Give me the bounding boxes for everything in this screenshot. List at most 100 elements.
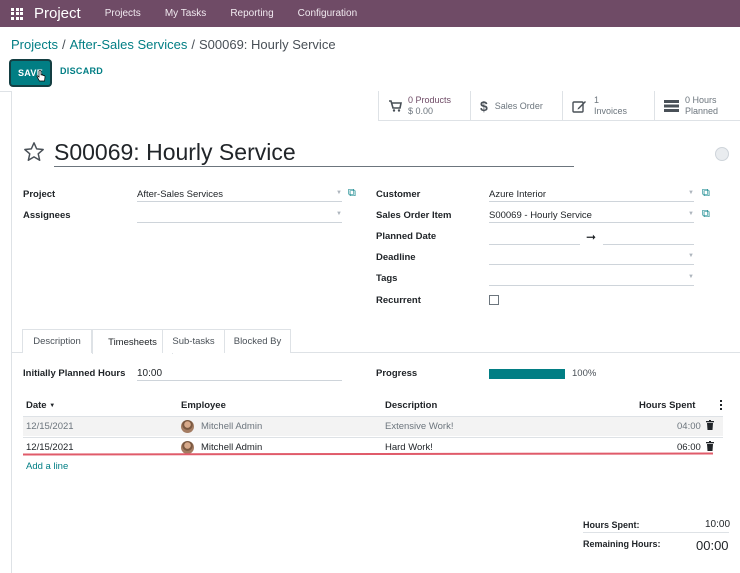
assignees-label: Assignees — [23, 210, 71, 221]
breadcrumb-current: S00069: Hourly Service — [198, 37, 336, 52]
sales-order-item-value: S00069 - Hourly Service — [489, 210, 592, 221]
optional-columns-icon[interactable] — [720, 400, 723, 410]
row-employee: Mitchell Admin — [201, 442, 263, 453]
invoices-sub: Invoices — [594, 106, 628, 116]
customer-value: Azure Interior — [489, 189, 547, 200]
breadcrumb: Projects / After-Sales Services / S00069… — [11, 37, 336, 52]
remaining-hours-value: 00:00 — [696, 538, 729, 553]
project-value: After-Sales Services — [137, 189, 224, 200]
chevron-down-icon: ▼ — [688, 274, 694, 280]
hours-sub: Planned — [685, 106, 719, 116]
breadcrumb-separator: / — [61, 37, 66, 52]
breadcrumb-project[interactable]: After-Sales Services — [70, 37, 188, 52]
tab-description[interactable]: Description — [22, 329, 92, 353]
nav-reporting[interactable]: Reporting — [230, 8, 273, 19]
hours-spent-label: Hours Spent: — [583, 520, 640, 530]
trash-icon[interactable] — [706, 441, 714, 451]
chevron-down-icon: ▼ — [336, 211, 342, 217]
planned-date-label: Planned Date — [376, 231, 437, 242]
chevron-down-icon: ▼ — [688, 190, 694, 196]
row-employee: Mitchell Admin — [201, 421, 263, 432]
project-label: Project — [23, 189, 56, 200]
row-date: 12/15/2021 — [26, 421, 74, 432]
sales-order-item-field[interactable]: S00069 - Hourly Service ▼ — [489, 208, 694, 223]
row-description: Extensive Work! — [385, 421, 454, 432]
deadline-input[interactable]: ▼ — [489, 250, 694, 265]
row-hours: 04:00 — [677, 421, 701, 432]
chevron-down-icon: ▼ — [688, 253, 694, 259]
dollar-icon: $ — [480, 97, 488, 114]
progress-percent: 100% — [572, 368, 597, 379]
row-hours: 06:00 — [677, 442, 701, 453]
remaining-hours-label: Remaining Hours: — [583, 539, 661, 549]
sales-order-label: Sales Order — [494, 100, 543, 111]
progress-bar-fill — [489, 369, 565, 379]
progress-label: Progress — [376, 368, 418, 379]
external-link-icon[interactable]: ⧉ — [702, 187, 710, 200]
hours-smart-button[interactable]: 0 Hours Planned — [654, 91, 740, 121]
nav-my-tasks[interactable]: My Tasks — [165, 8, 207, 19]
customer-label: Customer — [376, 189, 421, 200]
customer-field[interactable]: Azure Interior ▼ — [489, 187, 694, 202]
arrow-right-icon: ➞ — [586, 230, 597, 244]
tags-field[interactable]: ▼ — [489, 271, 694, 286]
external-link-icon[interactable]: ⧉ — [348, 187, 356, 200]
tab-sub-tasks[interactable]: Sub-tasks — [162, 329, 225, 353]
planned-date-start-input[interactable] — [489, 230, 580, 245]
recurrent-checkbox[interactable] — [489, 295, 499, 305]
sort-desc-icon: ▼ — [49, 403, 56, 409]
hours-list-icon — [664, 100, 679, 112]
row-description: Hard Work! — [385, 442, 433, 453]
column-header-employee[interactable]: Employee — [181, 400, 226, 411]
products-value: 0 Products — [408, 95, 452, 105]
row-date: 12/15/2021 — [26, 442, 74, 453]
star-icon[interactable] — [23, 141, 45, 163]
sales-order-item-label: Sales Order Item — [376, 210, 452, 221]
add-line-link[interactable]: Add a line — [26, 461, 68, 472]
column-header-description[interactable]: Description — [385, 400, 437, 411]
app-brand[interactable]: Project — [34, 5, 81, 22]
project-field[interactable]: After-Sales Services ▼ — [137, 187, 342, 202]
planned-date-end-input[interactable] — [603, 230, 694, 245]
chevron-down-icon: ▼ — [688, 211, 694, 217]
recurrent-label: Recurrent — [376, 295, 421, 306]
invoice-edit-icon — [572, 100, 586, 113]
chevron-down-icon: ▼ — [336, 190, 342, 196]
column-header-date-label: Date — [26, 400, 47, 411]
apps-grid-icon[interactable] — [11, 7, 23, 20]
nav-projects[interactable]: Projects — [105, 8, 141, 19]
deadline-label: Deadline — [376, 252, 416, 263]
column-header-date[interactable]: Date ▼ — [26, 400, 55, 411]
invoices-smart-button[interactable]: 1 Invoices — [562, 91, 654, 121]
products-smart-button[interactable]: 0 Products $ 0.00 — [378, 91, 470, 121]
hours-spent-value: 10:00 — [705, 519, 731, 530]
planned-hours-value: 10:00 — [137, 368, 163, 379]
breadcrumb-projects[interactable]: Projects — [11, 37, 58, 52]
avatar — [181, 420, 194, 433]
external-link-icon[interactable]: ⧉ — [702, 208, 710, 221]
kanban-state-icon[interactable] — [715, 147, 729, 161]
products-sub: $ 0.00 — [408, 106, 434, 116]
hours-value: 0 Hours — [685, 95, 717, 105]
task-title-input[interactable]: S00069: Hourly Service — [54, 139, 574, 167]
trash-icon[interactable] — [706, 420, 714, 430]
progress-bar — [489, 369, 565, 379]
tags-label: Tags — [376, 273, 398, 284]
tab-timesheets[interactable]: Timesheets — [92, 329, 173, 354]
invoices-value: 1 — [594, 95, 600, 105]
tab-blocked-by[interactable]: Blocked By — [224, 329, 291, 353]
planned-hours-label: Initially Planned Hours — [23, 368, 126, 379]
sales-order-smart-button[interactable]: $ Sales Order — [470, 91, 562, 121]
discard-button[interactable]: DISCARD — [60, 66, 103, 76]
hand-cursor-icon — [36, 70, 46, 82]
table-row[interactable]: 12/15/2021 Mitchell Admin Extensive Work… — [23, 416, 723, 436]
smart-buttons: 0 Products $ 0.00 $ Sales Order 1 Invoic… — [378, 91, 740, 121]
avatar — [181, 441, 194, 454]
notebook-tabs: Description Timesheets Sub-tasks Blocked… — [11, 329, 740, 354]
planned-hours-input[interactable]: 10:00 — [137, 366, 342, 381]
column-header-hours[interactable]: Hours Spent — [639, 400, 695, 411]
top-navbar: Project Projects My Tasks Reporting Conf… — [0, 0, 740, 27]
cart-icon — [389, 100, 402, 112]
assignees-field[interactable]: ▼ — [137, 208, 342, 223]
nav-configuration[interactable]: Configuration — [298, 8, 357, 19]
